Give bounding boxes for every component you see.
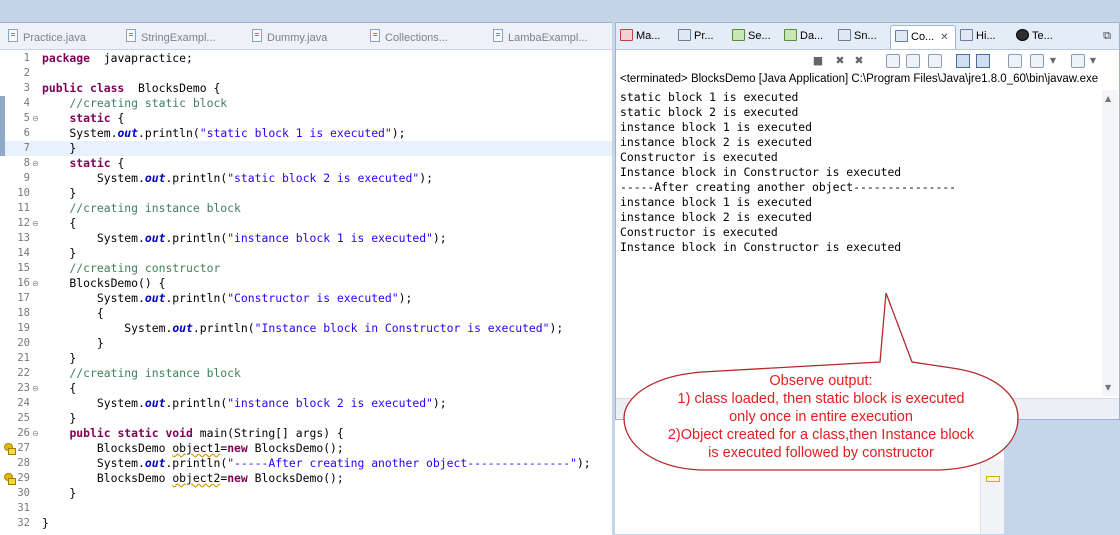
- callout-line: only once in entire execution: [729, 409, 913, 425]
- callout-line: 1) class loaded, then static block is ex…: [677, 391, 965, 407]
- callout-line: 2)Object created for a class,then Instan…: [667, 427, 975, 443]
- callout-line: Observe output:: [769, 373, 873, 389]
- callout-text: Observe output: 1) class loaded, then sta…: [630, 372, 1012, 462]
- callout-line: is executed followed by constructor: [708, 445, 934, 461]
